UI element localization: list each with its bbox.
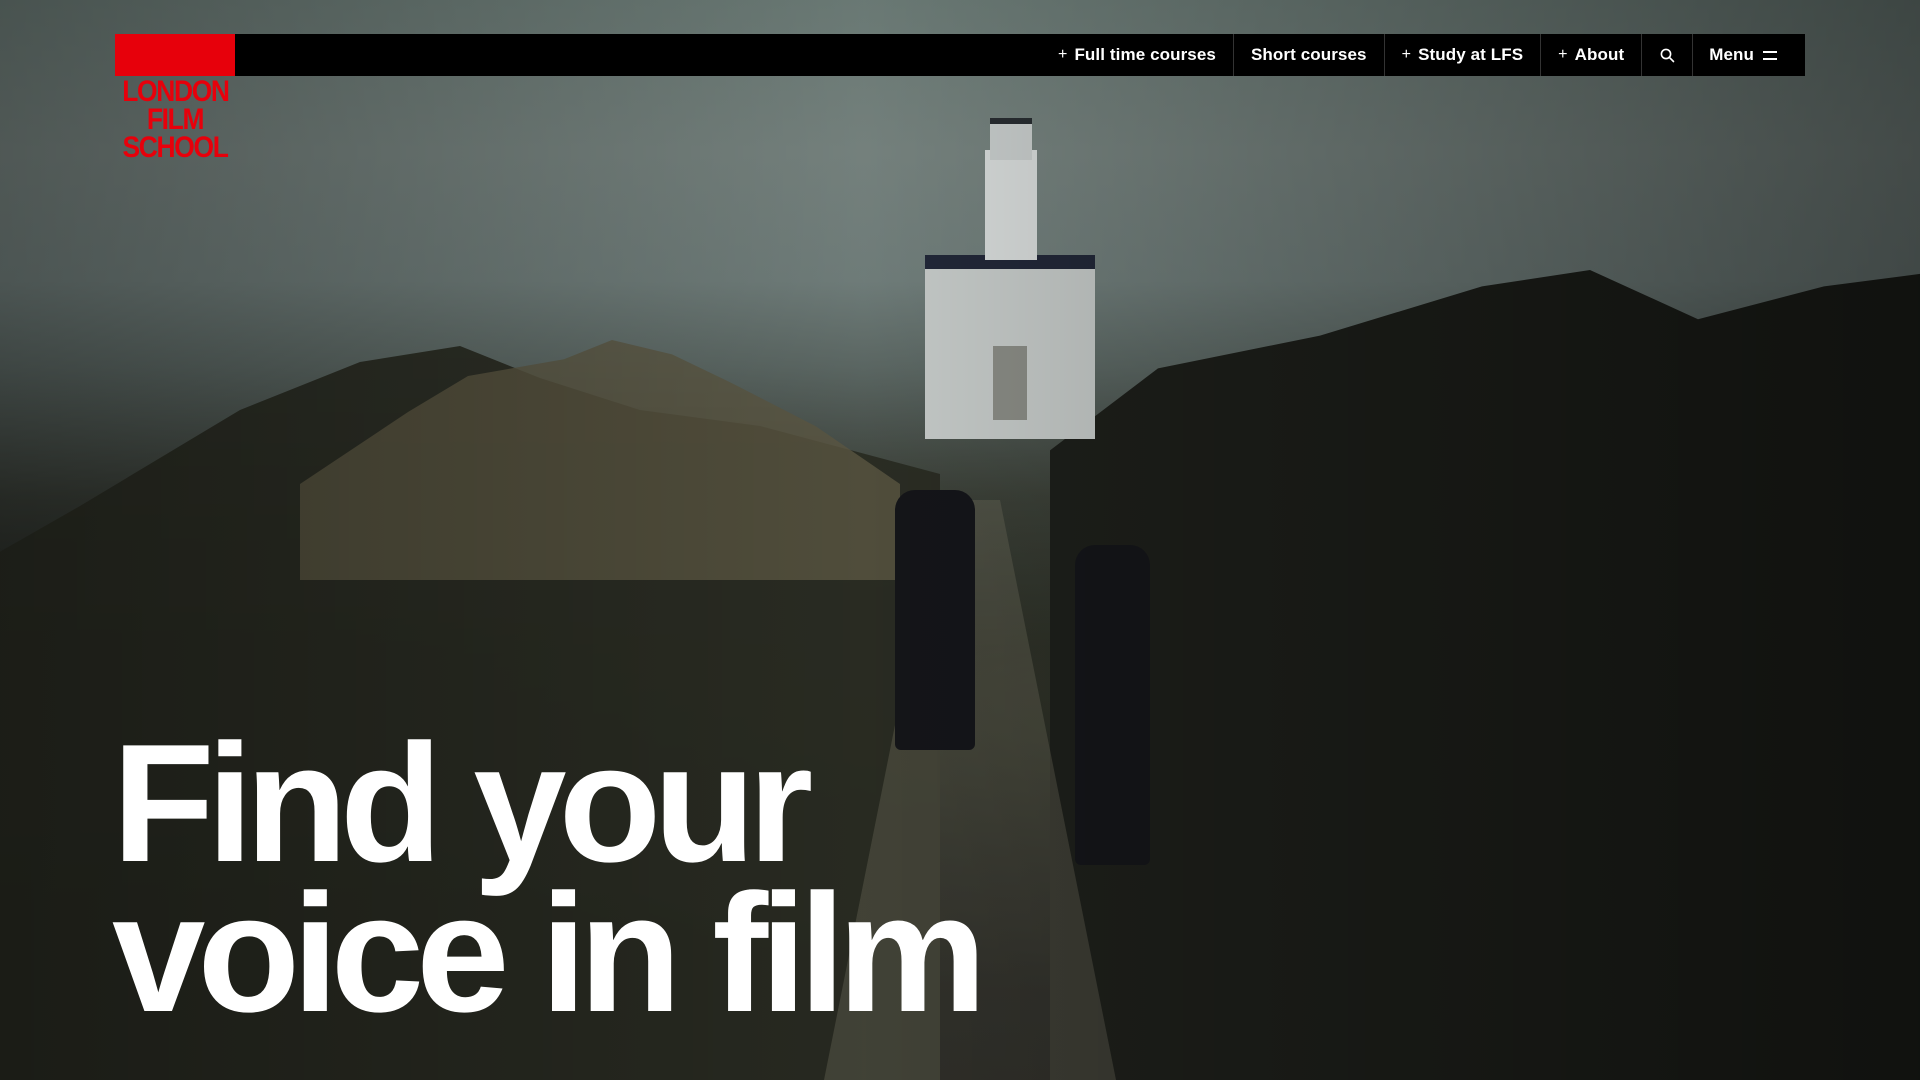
plus-icon: + [1401,46,1412,63]
search-button[interactable] [1641,34,1692,76]
nav-label: About [1574,45,1625,64]
nav-study-at-lfs[interactable]: + Study at LFS [1383,34,1541,76]
headline-line: voice in film [112,859,987,1047]
nav-short-courses[interactable]: Short courses [1232,34,1384,76]
london-film-school-logo[interactable]: LONDON FILM SCHOOL [115,34,235,164]
logo-wordmark: LONDON FILM SCHOOL [122,75,230,164]
menu-button[interactable]: Menu [1692,34,1805,76]
headline-line: Find your [112,709,813,897]
logo-line: SCHOOL [122,131,228,164]
hamburger-icon [1763,50,1777,60]
menu-label: Menu [1709,45,1754,64]
nav-label: Short courses [1250,45,1367,64]
nav-about[interactable]: + About [1540,34,1641,76]
logo-line: LONDON [122,75,230,108]
plus-icon: + [1058,46,1068,63]
nav-label: Study at LFS [1418,45,1524,64]
logo-red-block [115,34,235,76]
search-icon [1660,48,1675,62]
logo-line: FILM [146,103,205,136]
nav-full-time-courses[interactable]: + Full time courses [1041,34,1233,76]
hero-headline: Find your voice in film [112,709,987,1047]
nav-label: Full time courses [1074,45,1216,64]
top-navigation: + Full time courses Short courses + Stud… [235,34,1805,76]
plus-icon: + [1558,46,1568,63]
